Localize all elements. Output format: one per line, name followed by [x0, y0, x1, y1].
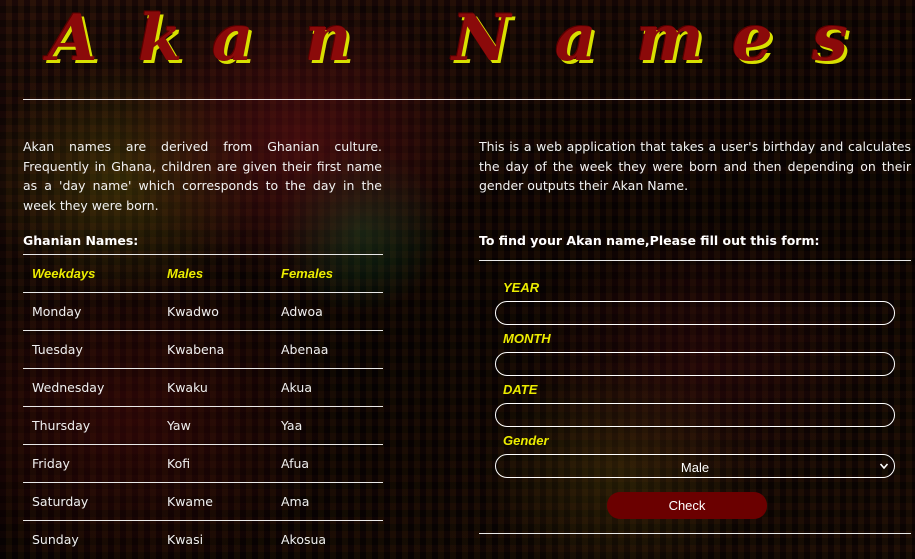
- page-title: A k a n N a m e s: [0, 0, 915, 80]
- weekday-cell: Saturday: [23, 482, 158, 521]
- female-name-cell: Abenaa: [272, 330, 383, 369]
- year-input[interactable]: [495, 301, 895, 325]
- title-letter: a: [212, 1, 254, 76]
- male-name-cell: Kwaku: [158, 368, 272, 407]
- chevron-down-icon: [879, 463, 889, 470]
- column-header-females: Females: [272, 254, 383, 293]
- female-name-cell: Adwoa: [272, 292, 383, 331]
- male-name-cell: Kwabena: [158, 330, 272, 369]
- title-letter: s: [812, 1, 849, 76]
- female-name-cell: Akosua: [272, 520, 383, 559]
- intro-right-paragraph: This is a web application that takes a u…: [479, 139, 911, 193]
- month-label: MONTH: [503, 331, 551, 346]
- table-row: Sunday Kwasi Akosua: [23, 520, 383, 559]
- weekday-cell: Sunday: [23, 520, 158, 559]
- table-row: Tuesday Kwabena Abenaa: [23, 330, 383, 369]
- date-input[interactable]: [495, 403, 895, 427]
- table-row: Wednesday Kwaku Akua: [23, 368, 383, 407]
- gender-select[interactable]: Male: [495, 454, 895, 478]
- table-row: Saturday Kwame Ama: [23, 482, 383, 521]
- male-name-cell: Kwadwo: [158, 292, 272, 331]
- title-letter: m: [636, 1, 704, 76]
- weekday-cell: Tuesday: [23, 330, 158, 369]
- female-name-cell: Ama: [272, 482, 383, 521]
- form-bottom-divider: [479, 533, 911, 534]
- female-name-cell: Akua: [272, 368, 383, 407]
- year-label: YEAR: [503, 280, 540, 295]
- form-heading: To find your Akan name,Please fill out t…: [479, 233, 820, 248]
- female-name-cell: Afua: [272, 444, 383, 483]
- weekday-cell: Friday: [23, 444, 158, 483]
- intro-left-paragraph: Akan names are derived from Ghanian cult…: [23, 139, 382, 213]
- weekday-cell: Wednesday: [23, 368, 158, 407]
- male-name-cell: Kwame: [158, 482, 272, 521]
- title-letter: e: [732, 1, 773, 76]
- title-letter: n: [305, 1, 352, 76]
- table-row: Friday Kofi Afua: [23, 444, 383, 483]
- title-letter: N: [452, 1, 511, 76]
- title-divider: [23, 99, 911, 100]
- male-name-cell: Kwasi: [158, 520, 272, 559]
- weekday-cell: Thursday: [23, 406, 158, 445]
- column-header-males: Males: [158, 254, 272, 293]
- month-input[interactable]: [495, 352, 895, 376]
- table-row: Monday Kwadwo Adwoa: [23, 292, 383, 331]
- weekday-cell: Monday: [23, 292, 158, 331]
- title-letter: A: [48, 1, 98, 76]
- title-letter: a: [555, 1, 597, 76]
- male-name-cell: Kofi: [158, 444, 272, 483]
- gender-label: Gender: [503, 433, 549, 448]
- akan-names-table: Weekdays Males Females Monday Kwadwo Adw…: [23, 254, 383, 559]
- male-name-cell: Yaw: [158, 406, 272, 445]
- table-row: Thursday Yaw Yaa: [23, 406, 383, 445]
- form-top-divider: [479, 260, 911, 261]
- date-label: DATE: [503, 382, 538, 397]
- column-header-weekdays: Weekdays: [23, 254, 158, 293]
- table-header-row: Weekdays Males Females: [23, 254, 383, 293]
- female-name-cell: Yaa: [272, 406, 383, 445]
- table-heading: Ghanian Names:: [23, 233, 139, 248]
- check-button[interactable]: Check: [607, 492, 767, 519]
- title-letter: k: [138, 1, 183, 76]
- gender-selected-value: Male: [680, 460, 710, 475]
